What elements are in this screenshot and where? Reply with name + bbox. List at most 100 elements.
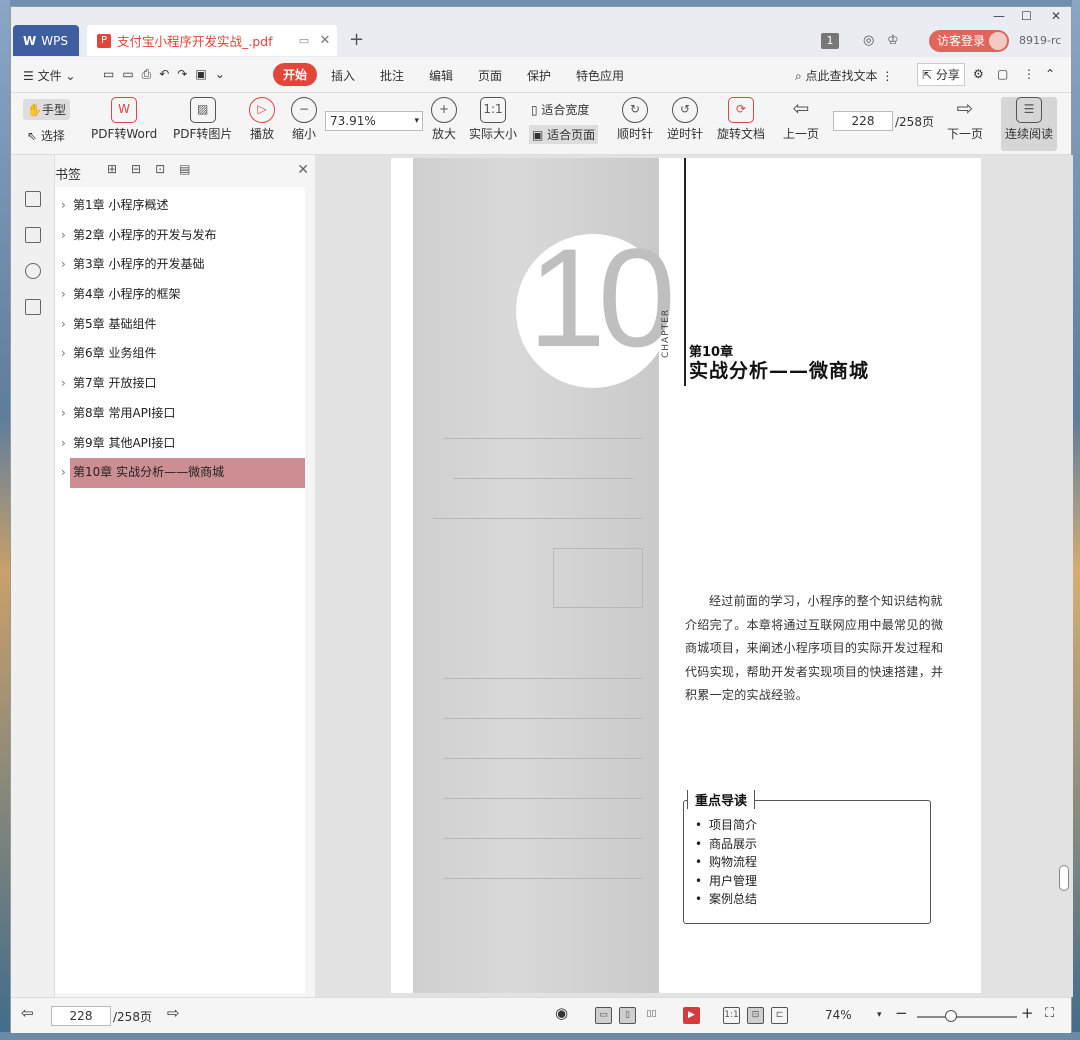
- rotate-document-button[interactable]: ⟳ 旋转文档: [717, 97, 765, 142]
- share-button[interactable]: ⇱ 分享: [917, 63, 965, 86]
- zoom-slider-track[interactable]: [917, 1016, 1017, 1018]
- pin-tab-icon[interactable]: ▭: [295, 34, 313, 47]
- pdf-to-image-button[interactable]: ▨ PDF转图片: [173, 97, 232, 142]
- collapse-ribbon-icon[interactable]: ⌃: [1045, 67, 1055, 81]
- fit-page-button[interactable]: ▣ 适合页面: [529, 125, 599, 144]
- skin-icon[interactable]: ◎: [863, 33, 874, 48]
- settings-icon[interactable]: ⚙: [973, 67, 984, 81]
- document-canvas: 10 CHAPTER 第10章 实战分析——微商城 经过前面的学习，小程序的整个…: [315, 155, 1073, 997]
- fit-width-icon: ▯: [531, 103, 542, 117]
- tab-insert[interactable]: 插入: [331, 67, 355, 84]
- bookmark-panel: 书签 ⊞⊟⊡▤ ✕ 第1章 小程序概述 第2章 小程序的开发与发布 第3章 小程…: [55, 155, 315, 997]
- eye-protection-icon[interactable]: ◉: [555, 1004, 568, 1022]
- prev-page-icon[interactable]: ⇦: [21, 1004, 34, 1022]
- continuous-view-icon[interactable]: ▯: [619, 1007, 636, 1024]
- single-page-view-icon[interactable]: ▭: [595, 1007, 612, 1024]
- fit-width-status-icon[interactable]: ⊏: [771, 1007, 788, 1024]
- zoom-select[interactable]: 73.91% ▾: [325, 111, 423, 131]
- new-tab-button[interactable]: +: [349, 29, 364, 50]
- search-text-label: 点此查找文本: [805, 69, 878, 83]
- more-icon[interactable]: ⋮: [1023, 67, 1035, 81]
- close-tab-icon[interactable]: ✕: [313, 33, 337, 48]
- fullscreen-icon[interactable]: ⛶: [1045, 1006, 1054, 1021]
- bookmark-list: 第1章 小程序概述 第2章 小程序的开发与发布 第3章 小程序的开发基础 第4章…: [55, 187, 305, 993]
- fit-width-label: 适合宽度: [541, 103, 590, 117]
- fit-width-button[interactable]: ▯ 适合宽度: [531, 101, 589, 118]
- prev-page-button[interactable]: ⇦ 上一页: [783, 97, 819, 142]
- shirt-icon[interactable]: ♔: [887, 33, 899, 48]
- tab-protect[interactable]: 保护: [527, 67, 551, 84]
- play-label: 播放: [249, 127, 274, 141]
- select-tool-button[interactable]: ⇖ 选择: [27, 127, 65, 144]
- next-page-button[interactable]: ⇨ 下一页: [947, 97, 983, 142]
- close-window-icon[interactable]: ✕: [1051, 9, 1061, 23]
- vertical-scrollbar[interactable]: [1059, 865, 1069, 891]
- window-count-badge[interactable]: 1: [821, 33, 839, 49]
- bookmark-item-ch7[interactable]: 第7章 开放接口: [55, 369, 305, 399]
- comment-icon[interactable]: ▢: [997, 67, 1008, 81]
- minimize-icon[interactable]: —: [993, 9, 1005, 23]
- avatar: [989, 32, 1007, 50]
- rotate-document-label: 旋转文档: [717, 127, 766, 141]
- bookmark-item-ch8[interactable]: 第8章 常用API接口: [55, 399, 305, 429]
- bookmark-item-ch1[interactable]: 第1章 小程序概述: [55, 191, 305, 221]
- actual-size-button[interactable]: 1:1 实际大小: [469, 97, 517, 142]
- bookmark-item-ch2[interactable]: 第2章 小程序的开发与发布: [55, 221, 305, 251]
- bookmark-item-ch10[interactable]: 第10章 实战分析——微商城: [61, 458, 305, 488]
- tab-special[interactable]: 特色应用: [576, 67, 624, 84]
- word-icon: W: [111, 97, 138, 123]
- page-number-input[interactable]: 228: [833, 111, 893, 131]
- bookmark-item-ch6[interactable]: 第6章 业务组件: [55, 339, 305, 369]
- zoom-plus-icon[interactable]: +: [1021, 1004, 1034, 1022]
- zoom-in-button[interactable]: + 放大: [431, 97, 457, 142]
- file-menu[interactable]: ☰ 文件 ⌄: [23, 67, 75, 84]
- tab-comment[interactable]: 批注: [380, 67, 404, 84]
- fit-page-status-icon[interactable]: ⊡: [747, 1007, 764, 1024]
- rotate-counter-label: 逆时针: [667, 127, 704, 141]
- pdf-to-word-button[interactable]: W PDF转Word: [91, 97, 157, 142]
- maximize-icon[interactable]: ☐: [1021, 9, 1032, 23]
- bookmark-item-ch4[interactable]: 第4章 小程序的框架: [55, 280, 305, 310]
- menu-bar: ☰ 文件 ⌄ ▭▭⎙↶↷▣⌄ 开始 插入 批注 编辑 页面 保护 特色应用 ⌕ …: [11, 57, 1071, 93]
- tab-edit[interactable]: 编辑: [429, 67, 453, 84]
- thumbnail-icon[interactable]: [25, 227, 41, 243]
- bookmark-item-ch3[interactable]: 第3章 小程序的开发基础: [55, 250, 305, 280]
- actual-size-status-icon[interactable]: 1:1: [723, 1007, 740, 1024]
- rotate-clockwise-button[interactable]: ↻ 顺时针: [617, 97, 653, 142]
- hand-tool-button[interactable]: ✋手型: [23, 99, 70, 120]
- bookmark-tools-icons[interactable]: ⊞⊟⊡▤: [107, 162, 205, 176]
- dual-page-view-icon[interactable]: ▯▯: [643, 1007, 660, 1024]
- rotate-doc-icon: ⟳: [728, 97, 754, 123]
- play-icon: ▷: [249, 97, 275, 123]
- next-page-icon[interactable]: ⇨: [167, 1004, 180, 1022]
- zoom-dropdown-icon[interactable]: ▾: [877, 1010, 882, 1020]
- bookmark-panel-title: 书签: [55, 168, 82, 183]
- status-page-input[interactable]: 228: [51, 1006, 111, 1026]
- continuous-read-button[interactable]: ☰ 连续阅读: [1001, 97, 1057, 151]
- zoom-out-icon: −: [291, 97, 317, 123]
- annotation-icon[interactable]: [25, 263, 41, 279]
- close-panel-icon[interactable]: ✕: [297, 162, 309, 178]
- list-item: 项目简介: [709, 816, 757, 835]
- zoom-out-button[interactable]: − 缩小: [291, 97, 317, 142]
- actual-size-icon: 1:1: [480, 97, 506, 123]
- tab-page[interactable]: 页面: [478, 67, 502, 84]
- guest-login-button[interactable]: 访客登录: [929, 30, 1009, 52]
- search-icon: ⌕: [795, 69, 806, 83]
- play-button[interactable]: ▷ 播放: [249, 97, 275, 142]
- search-text-button[interactable]: ⌕ 点此查找文本 ⋮: [795, 67, 893, 84]
- quick-access-icons[interactable]: ▭▭⎙↶↷▣⌄: [103, 67, 233, 82]
- document-tab[interactable]: P 支付宝小程序开发实战_.pdf ▭ ✕: [87, 25, 337, 56]
- tab-start[interactable]: 开始: [273, 63, 318, 86]
- zoom-minus-icon[interactable]: −: [895, 1004, 908, 1022]
- rotate-counter-button[interactable]: ↺ 逆时针: [667, 97, 703, 142]
- bookmark-item-ch9[interactable]: 第9章 其他API接口: [55, 429, 305, 459]
- play-slideshow-icon[interactable]: ▶: [683, 1007, 700, 1024]
- zoom-slider-knob[interactable]: [945, 1010, 957, 1022]
- export-icon[interactable]: [25, 299, 41, 315]
- wps-home-tab[interactable]: W WPS: [13, 25, 79, 56]
- wps-tab-label: WPS: [41, 33, 68, 48]
- bookmark-list-icon[interactable]: [25, 191, 41, 207]
- list-item: 用户管理: [709, 872, 757, 891]
- bookmark-item-ch5[interactable]: 第5章 基础组件: [55, 310, 305, 340]
